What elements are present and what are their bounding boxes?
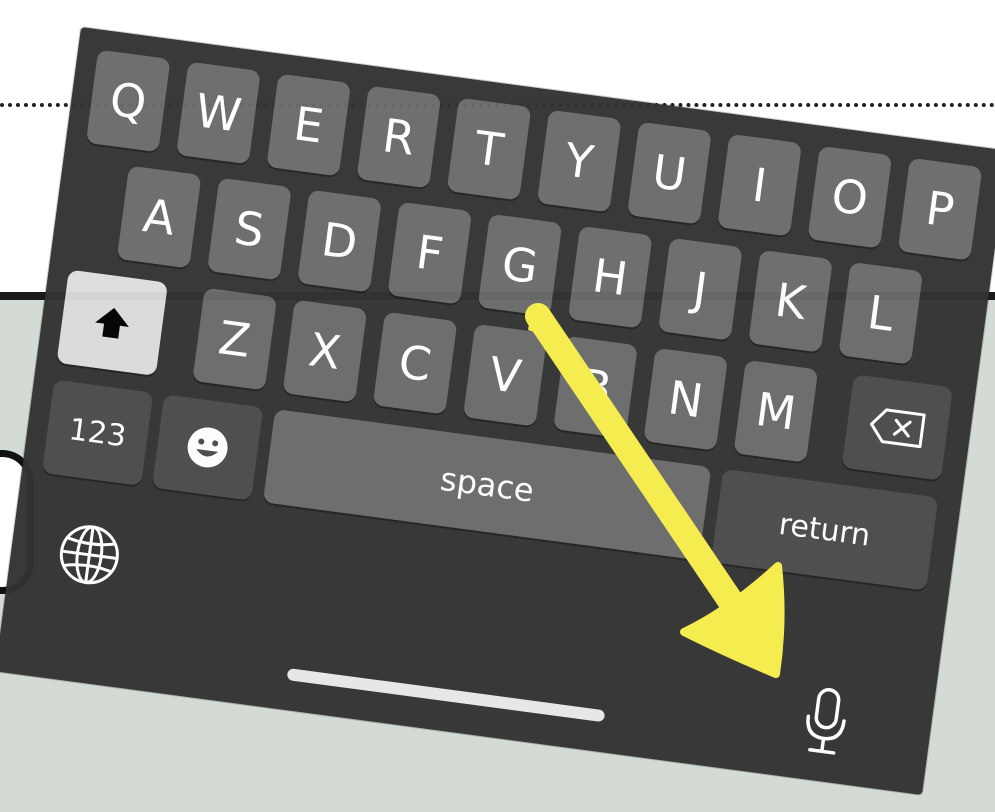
key-g[interactable]: G [477,213,563,317]
key-z[interactable]: Z [192,287,278,391]
dictation-button[interactable] [781,677,871,767]
numbers-key[interactable]: 123 [41,379,154,486]
microphone-icon [806,688,846,755]
key-c[interactable]: C [372,311,458,415]
emoji-smiley-icon [187,427,228,468]
key-l[interactable]: L [838,261,924,365]
key-r[interactable]: R [356,85,442,189]
shift-arrow-icon [95,307,129,339]
key-t[interactable]: T [446,97,532,201]
key-a[interactable]: A [116,165,202,269]
key-d[interactable]: D [297,189,382,293]
home-indicator [286,668,606,723]
onscreen-keyboard: Q W E R T Y U I O P A S D F G H J K L Z … [0,27,995,795]
key-w[interactable]: W [176,61,261,165]
globe-button[interactable] [44,510,134,600]
key-o[interactable]: O [807,145,893,249]
key-f[interactable]: F [387,201,473,305]
key-v[interactable]: V [462,323,548,427]
key-s[interactable]: S [206,177,292,281]
emoji-key[interactable] [151,394,264,501]
key-j[interactable]: J [657,237,743,341]
key-b[interactable]: B [553,335,638,439]
key-e[interactable]: E [266,73,352,177]
delete-key[interactable] [841,374,954,481]
globe-icon [59,525,119,585]
key-x[interactable]: X [282,299,368,403]
key-p[interactable]: P [897,157,983,261]
return-key[interactable]: return [710,468,939,591]
key-y[interactable]: Y [536,109,622,213]
key-q[interactable]: Q [85,49,171,153]
key-k[interactable]: K [748,249,833,353]
key-i[interactable]: I [717,133,803,237]
key-m[interactable]: M [733,359,819,463]
key-h[interactable]: H [567,225,653,329]
shift-key[interactable] [56,269,169,376]
key-n[interactable]: N [643,347,729,451]
backspace-icon [870,408,926,449]
key-u[interactable]: U [627,121,712,225]
